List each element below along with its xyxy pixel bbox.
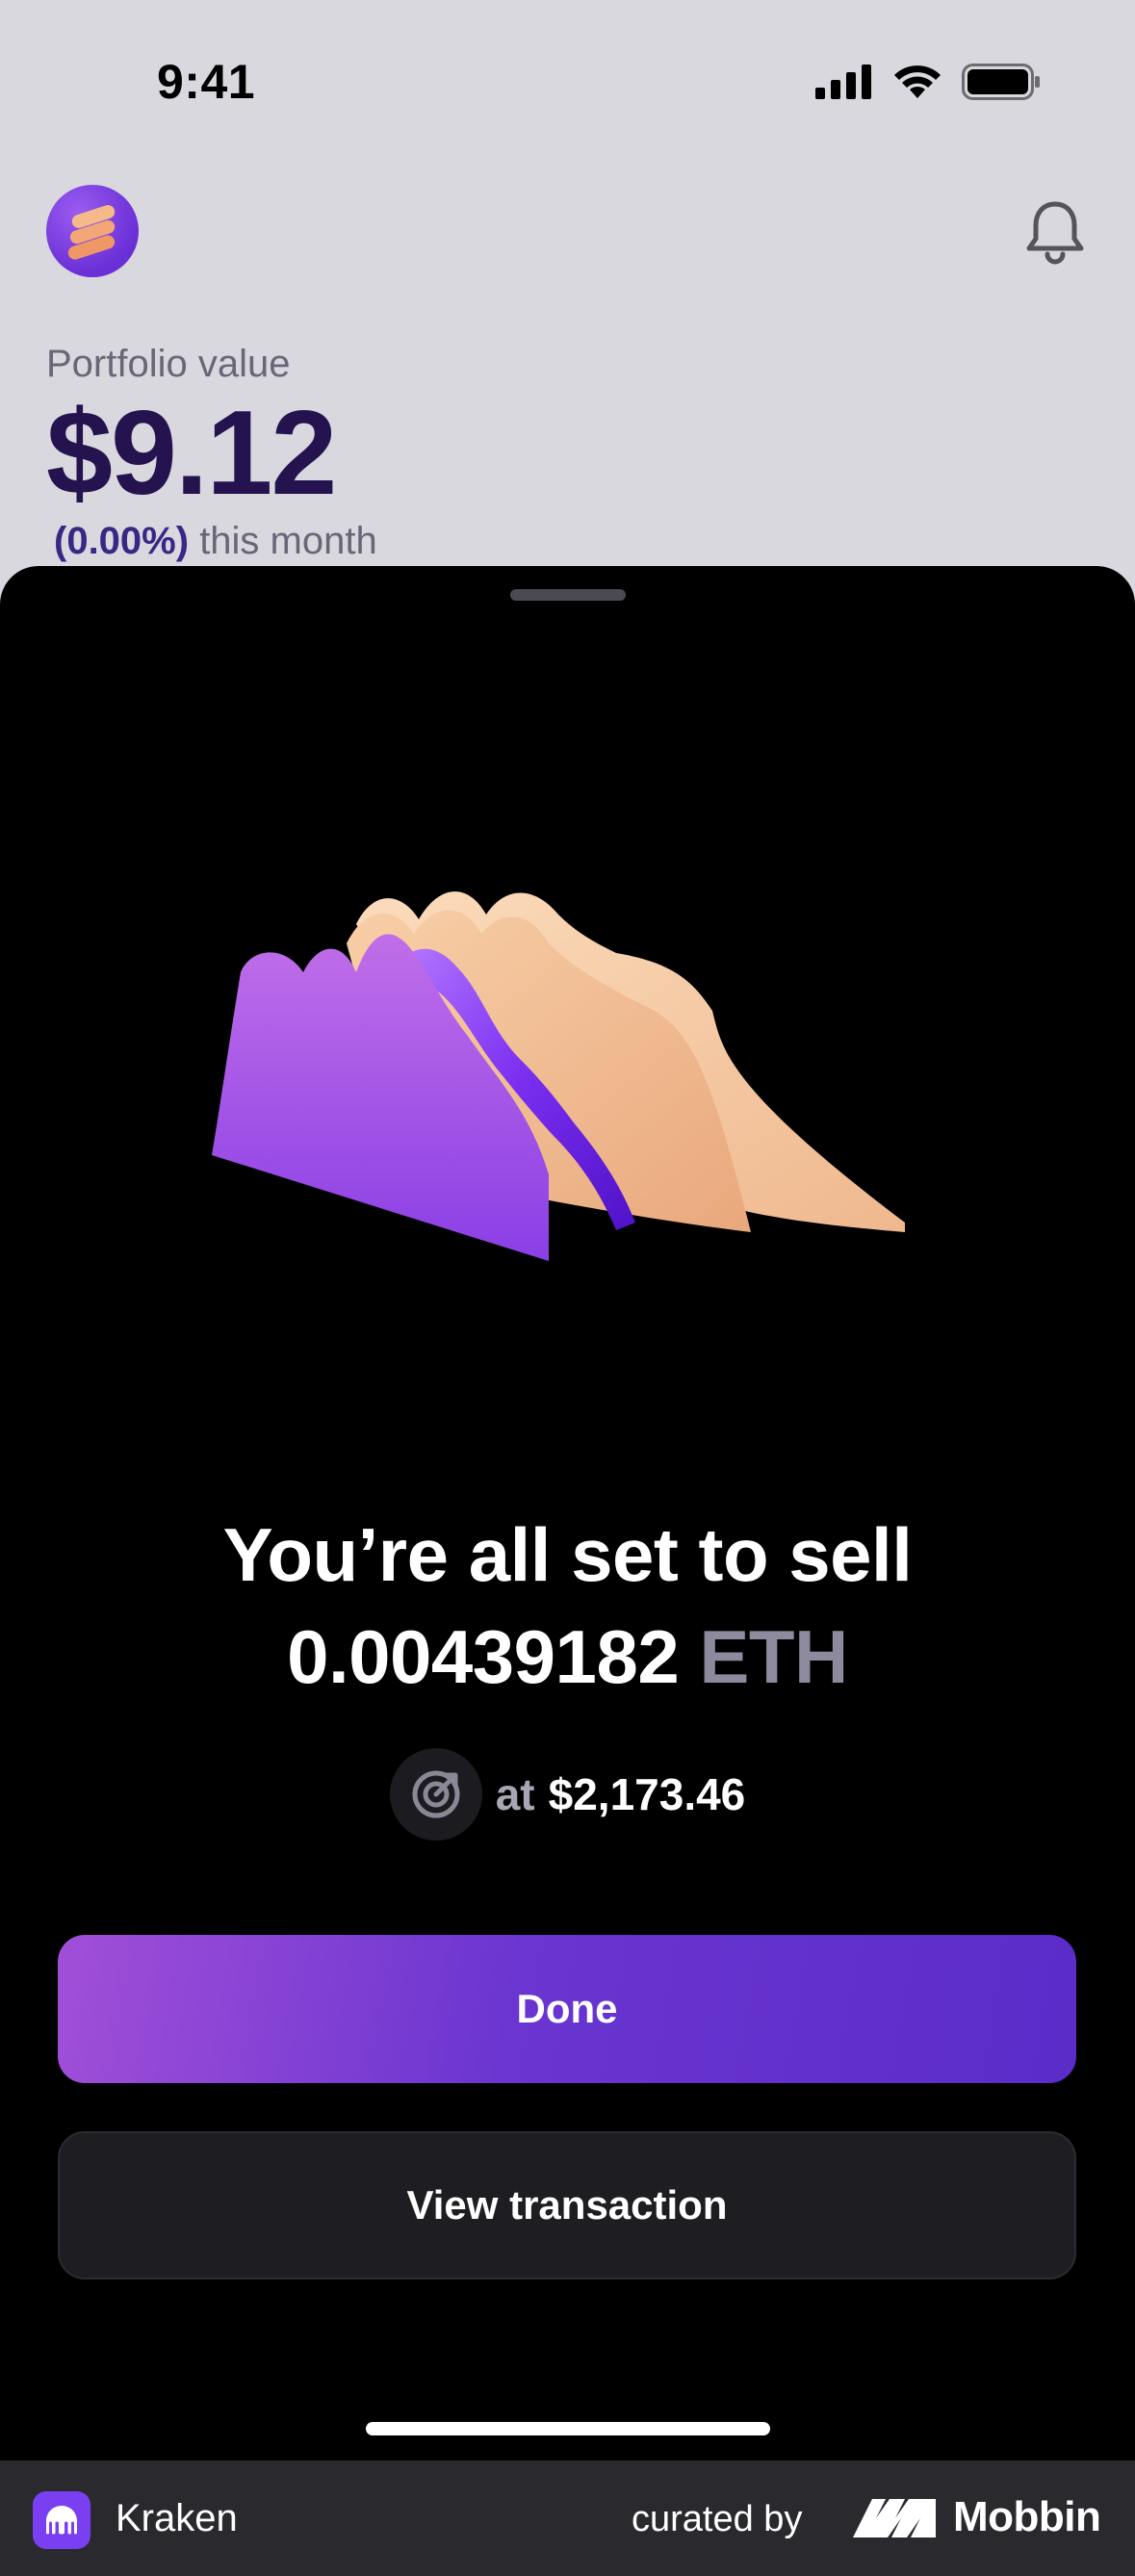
price-row: at $2,173.46 (0, 1748, 1135, 1841)
kraken-logo-icon (33, 2491, 90, 2549)
mobbin-logo-icon (853, 2499, 936, 2537)
portfolio-change: (0.00%) this month (54, 520, 377, 563)
limit-target-icon (389, 1748, 482, 1841)
app-name: Kraken (116, 2497, 238, 2539)
status-bar: 9:41 (0, 0, 1135, 164)
portfolio-value: $9.12 (46, 387, 337, 520)
sell-amount: 0.00439182 (287, 1614, 680, 1699)
sheet-grabber[interactable] (510, 589, 626, 601)
sell-amount-line: 0.00439182 ETH (0, 1606, 1135, 1708)
home-indicator (366, 2422, 770, 2435)
curated-by-label: curated by (632, 2499, 803, 2539)
change-period: this month (199, 520, 377, 562)
headline-line1: You’re all set to sell (222, 1512, 913, 1597)
status-time: 9:41 (157, 55, 256, 109)
brand-name: Mobbin (953, 2493, 1101, 2540)
price-value: $2,173.46 (548, 1769, 746, 1819)
view-transaction-button[interactable]: View transaction (58, 2131, 1076, 2280)
asset-symbol: ETH (699, 1614, 848, 1699)
bell-icon[interactable] (1023, 198, 1087, 266)
cellular-signal-icon (815, 64, 871, 99)
wifi-icon (894, 65, 941, 98)
portfolio-label: Portfolio value (46, 343, 291, 385)
price-prefix: at (495, 1769, 535, 1819)
battery-icon (962, 64, 1040, 100)
status-icons (815, 64, 1041, 100)
3d-chart-waves-illustration (212, 891, 905, 1261)
footer-bar: Kraken curated by Mobbin (0, 2460, 1135, 2576)
stacked-coins-avatar-icon[interactable] (46, 185, 139, 277)
done-button[interactable]: Done (58, 1935, 1076, 2083)
confirmation-headline: You’re all set to sell 0.00439182 ETH (0, 1504, 1135, 1708)
change-percent: (0.00%) (54, 520, 190, 562)
